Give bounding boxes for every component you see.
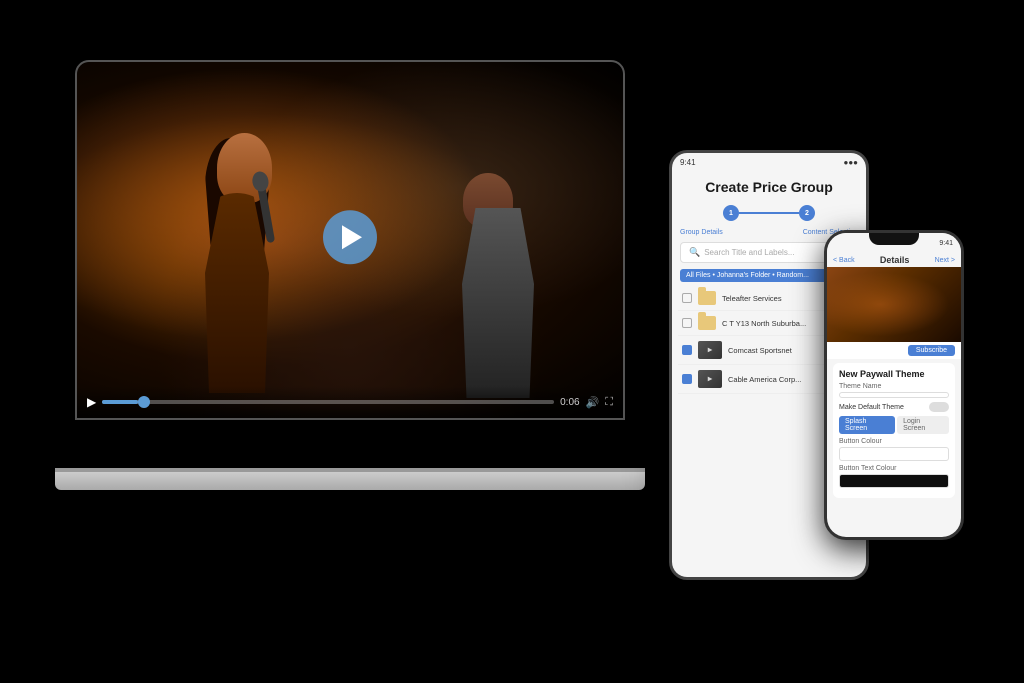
button-text-colour-label: Button Text Colour	[839, 465, 949, 472]
progress-bar[interactable]	[102, 400, 554, 404]
search-placeholder: Search Title and Labels...	[704, 248, 794, 257]
phone: 9:41 < Back Details Next > Subscribe New…	[824, 230, 964, 540]
step-line	[739, 212, 799, 214]
play-pause-button[interactable]: ▶	[87, 395, 96, 410]
phone-cta-bar: Subscribe	[827, 342, 961, 359]
fullscreen-icon[interactable]: ⛶	[605, 396, 613, 409]
phone-section-title: New Paywall Theme	[839, 369, 949, 379]
phone-notch	[869, 233, 919, 245]
laptop: ▶ 0:06 🔊 ⛶	[55, 60, 645, 490]
phone-image-overlay	[827, 267, 961, 342]
step-2-dot[interactable]: 2	[799, 205, 815, 221]
tablet-time: 9:41	[680, 158, 696, 167]
phone-image-area	[827, 267, 961, 342]
volume-icon[interactable]: 🔊	[586, 396, 600, 409]
stepper: 1 2	[672, 199, 866, 227]
step-1-dot[interactable]: 1	[723, 205, 739, 221]
button-text-colour-swatch[interactable]	[839, 474, 949, 488]
scene: ▶ 0:06 🔊 ⛶ 9:41 ●●● Create Price Group	[0, 0, 1024, 683]
login-screen-tab[interactable]: Login Screen	[897, 416, 949, 434]
folder-icon-1	[698, 291, 716, 305]
phone-header-title: Details	[880, 255, 910, 265]
progress-thumb	[138, 396, 150, 408]
phone-cta-button[interactable]: Subscribe	[908, 345, 955, 356]
phone-theme-section: New Paywall Theme Theme Name Make Defaul…	[833, 363, 955, 498]
tablet-header: Create Price Group	[672, 171, 866, 199]
file-thumb-4	[698, 370, 722, 388]
step-1-label: Group Details	[680, 229, 723, 236]
file-checkbox-4[interactable]	[682, 374, 692, 384]
singer-figure	[177, 123, 337, 393]
time-display: 0:06	[560, 397, 579, 408]
progress-fill	[102, 400, 138, 404]
phone-next-button[interactable]: Next >	[935, 257, 955, 264]
make-default-toggle[interactable]	[929, 402, 949, 412]
laptop-screen-inner: ▶ 0:06 🔊 ⛶	[77, 62, 623, 418]
phone-header-bar: < Back Details Next >	[827, 253, 961, 267]
file-checkbox-1[interactable]	[682, 293, 692, 303]
tablet-status-bar: 9:41 ●●●	[672, 153, 866, 171]
guitarist-figure	[433, 168, 563, 398]
button-colour-label: Button Colour	[839, 438, 949, 445]
search-icon: 🔍	[689, 247, 700, 258]
button-colour-swatch[interactable]	[839, 447, 949, 461]
file-thumb-3	[698, 341, 722, 359]
phone-content: 9:41 < Back Details Next > Subscribe New…	[827, 233, 961, 537]
file-checkbox-3[interactable]	[682, 345, 692, 355]
laptop-screen: ▶ 0:06 🔊 ⛶	[75, 60, 625, 420]
guitarist-body	[453, 208, 543, 398]
breadcrumb-text: All Files • Johanna's Folder • Random...	[686, 272, 809, 279]
play-button[interactable]	[323, 210, 377, 264]
folder-icon-2	[698, 316, 716, 330]
theme-name-input[interactable]	[839, 392, 949, 398]
laptop-base	[55, 472, 645, 490]
file-checkbox-2[interactable]	[682, 318, 692, 328]
make-default-label: Make Default Theme	[839, 404, 904, 411]
make-default-row: Make Default Theme	[839, 402, 949, 412]
tablet-title: Create Price Group	[682, 179, 856, 195]
tablet-signal: ●●●	[844, 158, 859, 167]
phone-back-button[interactable]: < Back	[833, 257, 855, 264]
video-controls: ▶ 0:06 🔊 ⛶	[77, 386, 623, 418]
splash-screen-tab[interactable]: Splash Screen	[839, 416, 895, 434]
phone-time: 9:41	[939, 240, 953, 247]
theme-name-label: Theme Name	[839, 383, 949, 390]
phone-screen-tabs: Splash Screen Login Screen	[839, 416, 949, 434]
